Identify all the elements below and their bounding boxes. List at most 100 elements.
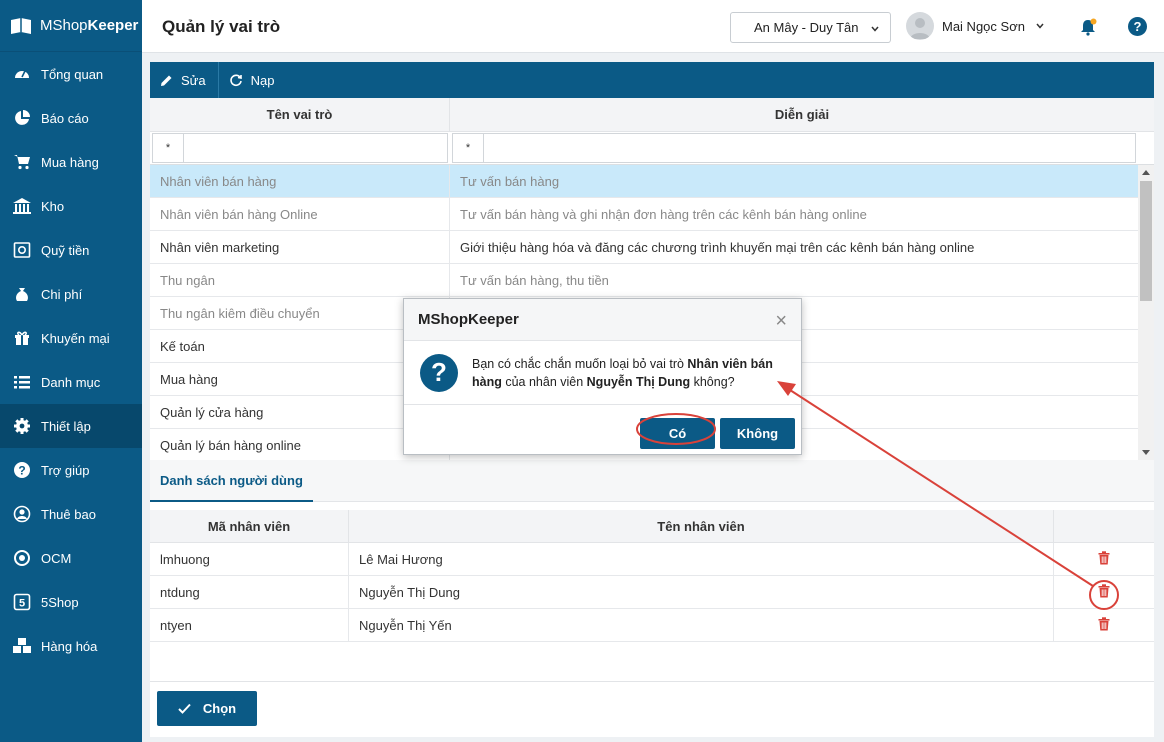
- sidebar-item-11[interactable]: OCM: [0, 536, 142, 580]
- column-header-description[interactable]: Diễn giải: [450, 98, 1154, 131]
- select-button[interactable]: Chọn: [157, 691, 257, 726]
- msg-part2: của nhân viên: [501, 374, 587, 389]
- msg-part3: không?: [690, 374, 735, 389]
- bell-icon[interactable]: [1079, 18, 1097, 39]
- trash-icon[interactable]: [1098, 550, 1110, 568]
- boxes-icon: [12, 636, 32, 656]
- sidebar: MShop Keeper Tổng quan Báo cáo Mua hàng Kho Q…: [0, 0, 142, 742]
- column-header-employee-code[interactable]: Mã nhân viên: [150, 510, 349, 542]
- sidebar-item-0[interactable]: Tổng quan: [0, 52, 142, 96]
- sidebar-item-label: Thuê bao: [41, 506, 96, 522]
- yes-button[interactable]: Có: [640, 418, 715, 449]
- sidebar-item-10[interactable]: Thuê bao: [0, 492, 142, 536]
- sidebar-item-9[interactable]: ? Trợ giúp: [0, 448, 142, 492]
- tab-user-list[interactable]: Danh sách người dùng: [150, 460, 313, 502]
- employee-code-cell: ntyen: [150, 609, 349, 641]
- topbar: Quản lý vai trò An Mây - Duy Tân Mai Ngọ…: [142, 0, 1164, 53]
- reload-label: Nạp: [250, 72, 275, 88]
- sidebar-item-label: Trợ giúp: [41, 462, 90, 478]
- role-name-cell: Nhân viên marketing: [150, 231, 450, 263]
- list-icon: [12, 372, 32, 392]
- sidebar-item-13[interactable]: Hàng hóa: [0, 624, 142, 668]
- ocm-icon: [12, 548, 32, 568]
- brand-suffix: Keeper: [87, 17, 139, 34]
- page-title: Quản lý vai trò: [162, 17, 281, 36]
- column-header-role-name[interactable]: Tên vai trò: [150, 98, 450, 131]
- filter-input-description[interactable]: [484, 133, 1136, 163]
- sidebar-item-4[interactable]: Quỹ tiền: [0, 228, 142, 272]
- roles-grid-header: Tên vai trò Diễn giải: [150, 98, 1154, 132]
- sidebar-item-label: Mua hàng: [41, 154, 99, 170]
- refresh-icon: [229, 74, 242, 87]
- mshopkeeper-logo-icon: [10, 17, 32, 35]
- role-name-cell: Nhân viên bán hàng Online: [150, 198, 450, 230]
- sidebar-item-label: Báo cáo: [41, 110, 89, 126]
- help-icon[interactable]: ?: [1128, 17, 1147, 36]
- chevron-down-icon: [1035, 19, 1045, 34]
- dialog-title: MShopKeeper: [418, 311, 519, 328]
- table-row[interactable]: ntyen Nguyễn Thị Yến: [150, 609, 1154, 642]
- sidebar-item-label: Quỹ tiền: [41, 242, 90, 258]
- role-description-cell: Giới thiệu hàng hóa và đăng các chương t…: [460, 239, 975, 255]
- confirm-dialog: MShopKeeper × ? Bạn có chắc chắn muốn lo…: [403, 298, 802, 455]
- detail-tabs: Danh sách người dùng: [150, 460, 1154, 502]
- table-row[interactable]: ntdung Nguyễn Thị Dung: [150, 576, 1154, 609]
- scrollbar-thumb[interactable]: [1140, 181, 1152, 301]
- column-header-employee-name[interactable]: Tên nhân viên: [349, 510, 1054, 542]
- sidebar-item-2[interactable]: Mua hàng: [0, 140, 142, 184]
- svg-text:5: 5: [19, 598, 25, 610]
- sidebar-item-5[interactable]: Chi phí: [0, 272, 142, 316]
- role-description-cell: Tư vấn bán hàng: [460, 173, 560, 189]
- user-name: Mai Ngọc Sơn: [942, 18, 1025, 34]
- roles-scrollbar[interactable]: [1138, 165, 1154, 460]
- sidebar-item-label: 5Shop: [41, 594, 79, 610]
- sidebar-item-12[interactable]: 5 5Shop: [0, 580, 142, 624]
- role-description-cell: Tư vấn bán hàng và ghi nhận đơn hàng trê…: [460, 206, 867, 222]
- dialog-footer: Có Không: [404, 405, 801, 454]
- sidebar-item-7[interactable]: Danh mục: [0, 360, 142, 404]
- user-menu[interactable]: Mai Ngọc Sơn: [906, 12, 1045, 40]
- sidebar-item-1[interactable]: Báo cáo: [0, 96, 142, 140]
- app-logo[interactable]: MShop Keeper: [0, 0, 142, 52]
- roles-filter-row: * *: [150, 132, 1154, 165]
- sidebar-item-label: Tổng quan: [41, 66, 104, 82]
- edit-label: Sửa: [181, 72, 206, 88]
- table-row[interactable]: Thu ngân Tư vấn bán hàng, thu tiền: [150, 264, 1138, 297]
- sidebar-item-3[interactable]: Kho: [0, 184, 142, 228]
- table-row[interactable]: Nhân viên bán hàng Tư vấn bán hàng: [150, 165, 1138, 198]
- sidebar-item-label: Hàng hóa: [41, 638, 98, 654]
- msg-user: Nguyễn Thị Dung: [586, 374, 691, 389]
- employee-name-cell: Nguyễn Thị Yến: [349, 609, 1054, 641]
- branch-select[interactable]: An Mây - Duy Tân: [730, 12, 891, 43]
- pie-chart-icon: [12, 108, 32, 128]
- table-row[interactable]: Nhân viên marketing Giới thiệu hàng hóa v…: [150, 231, 1138, 264]
- filter-input-role-name[interactable]: [184, 133, 448, 163]
- table-row[interactable]: Nhân viên bán hàng Online Tư vấn bán hàng…: [150, 198, 1138, 231]
- sidebar-item-label: OCM: [41, 550, 72, 566]
- 5shop-icon: 5: [12, 592, 32, 612]
- filter-operator-description[interactable]: *: [452, 133, 484, 163]
- close-icon[interactable]: ×: [775, 310, 787, 333]
- employee-name-cell: Lê Mai Hương: [349, 543, 1054, 575]
- sidebar-item-8[interactable]: Thiết lập: [0, 404, 142, 448]
- sidebar-item-label: Chi phí: [41, 286, 83, 302]
- brand-prefix: MShop: [40, 17, 88, 34]
- table-row[interactable]: lmhuong Lê Mai Hương: [150, 543, 1154, 576]
- edit-button[interactable]: Sửa: [150, 62, 218, 98]
- svg-text:?: ?: [18, 464, 25, 478]
- trash-icon[interactable]: [1098, 583, 1110, 601]
- no-button[interactable]: Không: [720, 418, 795, 449]
- money-bag-icon: [12, 284, 32, 304]
- column-header-actions: [1054, 510, 1154, 542]
- filter-operator-role-name[interactable]: *: [152, 133, 184, 163]
- question-icon: ?: [420, 353, 458, 392]
- avatar: [906, 12, 934, 40]
- sidebar-item-label: Thiết lập: [41, 418, 91, 434]
- sidebar-item-6[interactable]: Khuyến mại: [0, 316, 142, 360]
- reload-button[interactable]: Nạp: [219, 62, 287, 98]
- sidebar-item-label: Kho: [41, 198, 65, 214]
- trash-icon[interactable]: [1098, 616, 1110, 634]
- role-name-cell: Thu ngân: [150, 264, 450, 296]
- employee-code-cell: lmhuong: [150, 543, 349, 575]
- employee-name-cell: Nguyễn Thị Dung: [349, 576, 1054, 608]
